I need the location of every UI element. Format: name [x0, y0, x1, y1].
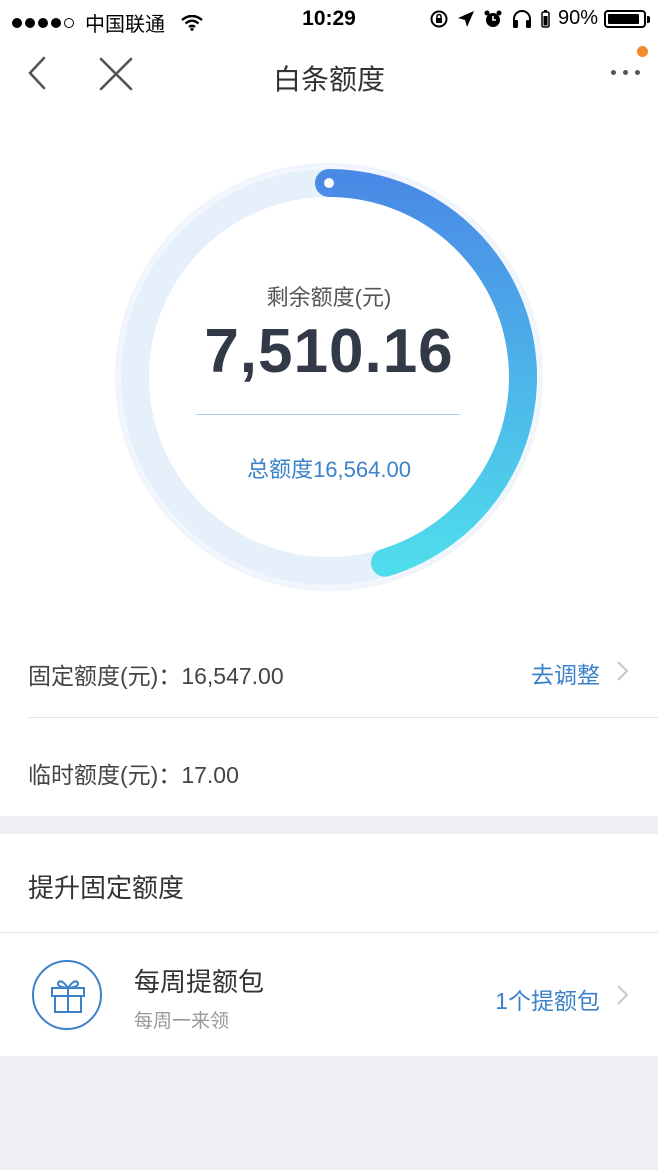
remaining-amount: 7,510.16: [204, 317, 454, 386]
rotation-lock-icon: [429, 9, 449, 29]
nav-bar: 白条额度: [0, 40, 658, 108]
status-right: 90%: [421, 7, 650, 30]
more-dots-icon: [611, 70, 616, 75]
total-quota: 总额度16,564.00: [247, 457, 411, 482]
adjust-link[interactable]: 去调整: [531, 656, 600, 690]
package-subtitle: 每周一来领: [134, 1011, 230, 1032]
package-count-link[interactable]: 1个提额包: [495, 982, 600, 1016]
fixed-quota-row[interactable]: 固定额度(元)：16,547.00 去调整: [0, 622, 658, 720]
temp-quota-label: 临时额度(元)：17.00: [28, 762, 239, 788]
headphone-battery-icon: [541, 9, 550, 28]
gift-badge: [32, 960, 102, 1030]
temp-quota-row: 临时额度(元)：17.00: [0, 721, 658, 819]
boost-title: 提升固定额度: [28, 873, 185, 903]
alarm-icon: [483, 9, 503, 29]
boost-card: 提升固定额度 每周提额包 每周一来领 1个提额包: [0, 834, 658, 1056]
ring-center: 剩余额度(元) 7,510.16 总额度16,564.00: [112, 160, 546, 594]
battery-percent: 90%: [557, 7, 598, 29]
status-bar: 中国联通 10:29 90%: [0, 0, 658, 40]
battery-fill: [608, 13, 639, 24]
boost-divider: [0, 932, 658, 933]
row-divider: [28, 717, 658, 718]
quota-card: 剩余额度(元) 7,510.16 总额度16,564.00 固定额度(元)：16…: [0, 108, 658, 816]
chevron-right-icon: [617, 985, 629, 1005]
more-button[interactable]: [604, 70, 640, 75]
chevron-right-icon: [617, 661, 629, 681]
notification-badge: [637, 46, 648, 57]
headphones-icon: [511, 9, 533, 29]
fixed-quota-label: 固定额度(元)：16,547.00: [28, 663, 284, 689]
battery-icon: [604, 9, 650, 28]
location-arrow-icon: [457, 10, 475, 28]
ring-divider: [196, 414, 460, 415]
quota-ring: 剩余额度(元) 7,510.16 总额度16,564.00: [112, 160, 546, 594]
gift-icon: [51, 980, 85, 1013]
page-title: 白条额度: [272, 64, 385, 95]
page: 中国联通 10:29 90% 白条额度 剩余额度(元) 7,510.16 总额度…: [0, 0, 658, 1170]
package-name: 每周提额包: [134, 967, 265, 997]
remaining-label: 剩余额度(元): [266, 285, 392, 310]
